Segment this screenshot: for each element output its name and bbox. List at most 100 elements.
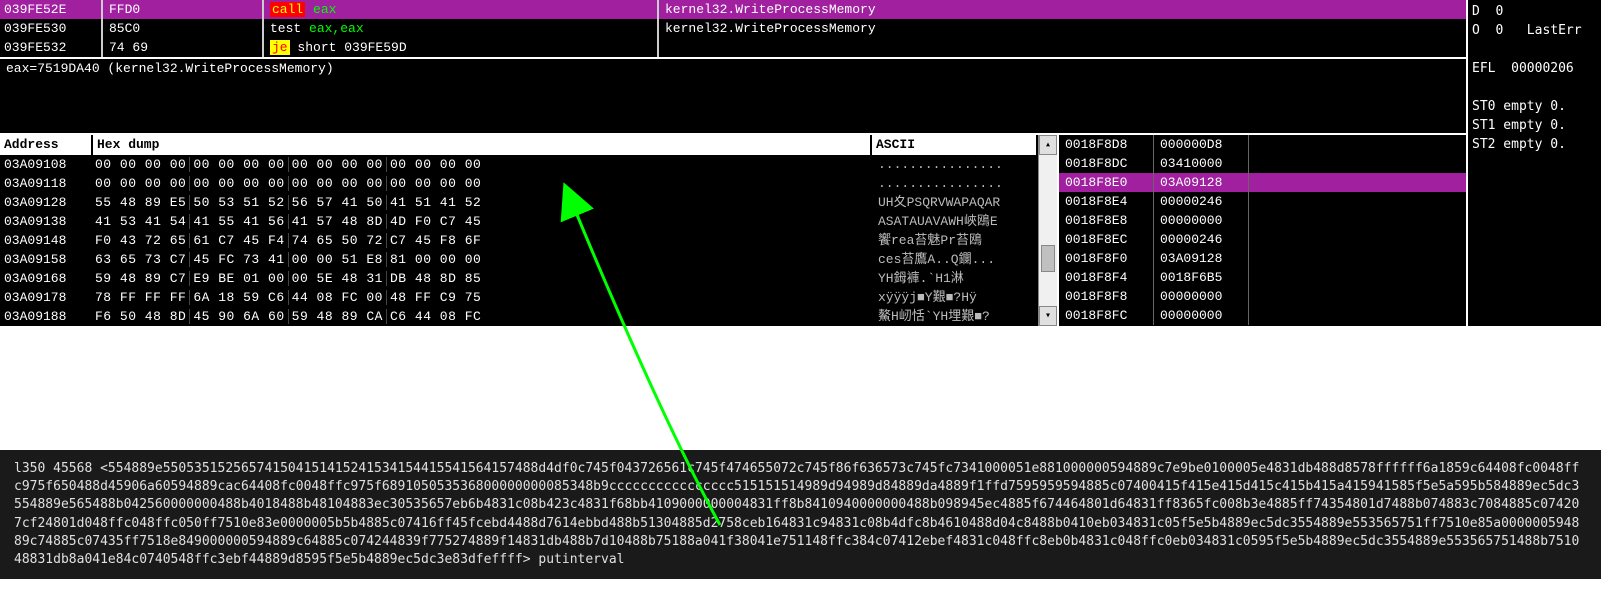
hex-addr: 03A09138 <box>0 212 91 231</box>
stack-addr: 0018F8D8 <box>1059 135 1154 154</box>
hex-headers: Address Hex dump ASCII <box>0 135 1038 155</box>
bottom-panels: Address Hex dump ASCII 03A0910800 00 00 … <box>0 133 1466 326</box>
hex-bytes: F0 43 72 6561 C7 45 F474 65 50 72C7 45 F… <box>91 231 874 250</box>
disasm-comment: kernel32.WriteProcessMemory <box>659 19 1466 38</box>
mnemonic: je <box>270 40 290 55</box>
scroll-down-icon[interactable]: ▾ <box>1039 306 1057 326</box>
register-line <box>1472 40 1597 59</box>
scroll-thumb[interactable] <box>1041 245 1055 272</box>
hex-ascii: ASATAUAVAWH峽鴎E <box>874 212 1038 231</box>
hex-bytes: 59 48 89 C7E9 BE 01 0000 5E 48 31DB 48 8… <box>91 269 874 288</box>
register-line: O 0 LastErr <box>1472 21 1597 40</box>
hex-addr: 03A09158 <box>0 250 91 269</box>
stack-rest <box>1249 154 1466 173</box>
stack-value: 00000246 <box>1154 230 1249 249</box>
hex-row[interactable]: 03A0911800 00 00 0000 00 00 0000 00 00 0… <box>0 174 1038 193</box>
stack-value: 03A09128 <box>1154 173 1249 192</box>
cmd-suffix: > putinterval <box>523 552 625 567</box>
cmd-hex: 554889e550535152565741504151415241534154… <box>14 461 1579 567</box>
stack-value: 03410000 <box>1154 154 1249 173</box>
hex-ascii: 饗rea苔魅Pr苔鴎 <box>874 231 1038 250</box>
stack-rest <box>1249 306 1466 325</box>
hex-ascii: xÿÿÿj■Y艱■?Hÿ <box>874 288 1038 307</box>
stack-rows: 0018F8D8000000D80018F8DC034100000018F8E0… <box>1059 135 1466 325</box>
stack-addr: 0018F8F4 <box>1059 268 1154 287</box>
disasm-comment <box>659 38 1466 57</box>
stack-rest <box>1249 192 1466 211</box>
stack-value: 00000246 <box>1154 192 1249 211</box>
stack-row[interactable]: 0018F8FC00000000 <box>1059 306 1466 325</box>
registers-panel: D 0O 0 LastErr EFL 00000206 ST0 empty 0. ST… <box>1468 0 1601 326</box>
command-block: l350 45568 <554889e550535152565741504151… <box>0 450 1601 579</box>
stack-rest <box>1249 230 1466 249</box>
disassembly-panel[interactable]: 039FE52E FFD0 call eax kernel32.WritePro… <box>0 0 1466 57</box>
stack-row[interactable]: 0018F8E003A09128 <box>1059 173 1466 192</box>
stack-value: 03A09128 <box>1154 249 1249 268</box>
whitespace <box>0 330 1601 390</box>
hex-dump-panel[interactable]: Address Hex dump ASCII 03A0910800 00 00 … <box>0 135 1038 326</box>
hex-bytes: 41 53 41 5441 55 41 5641 57 48 8D4D F0 C… <box>91 212 874 231</box>
stack-addr: 0018F8EC <box>1059 230 1154 249</box>
disasm-row[interactable]: 039FE532 74 69 je short 039FE59D <box>0 38 1466 57</box>
stack-value: 00000000 <box>1154 306 1249 325</box>
stack-row[interactable]: 0018F8F800000000 <box>1059 287 1466 306</box>
disasm-instr: je short 039FE59D <box>264 38 659 57</box>
stack-value: 00000000 <box>1154 211 1249 230</box>
stack-addr: 0018F8F8 <box>1059 287 1154 306</box>
stack-row[interactable]: 0018F8F003A09128 <box>1059 249 1466 268</box>
hex-row[interactable]: 03A09148F0 43 72 6561 C7 45 F474 65 50 7… <box>0 231 1038 250</box>
scroll-track[interactable] <box>1039 155 1057 306</box>
hex-row[interactable]: 03A0910800 00 00 0000 00 00 0000 00 00 0… <box>0 155 1038 174</box>
hex-row[interactable]: 03A0917878 FF FF FF6A 18 59 C644 08 FC 0… <box>0 288 1038 307</box>
stack-addr: 0018F8E8 <box>1059 211 1154 230</box>
hex-ascii: UH夊PSQRVWAPAQAR <box>874 193 1038 212</box>
stack-rest <box>1249 249 1466 268</box>
register-line: ST0 empty 0. <box>1472 97 1597 116</box>
register-line: EFL 00000206 <box>1472 59 1597 78</box>
hex-row[interactable]: 03A0913841 53 41 5441 55 41 5641 57 48 8… <box>0 212 1038 231</box>
stack-row[interactable]: 0018F8F40018F6B5 <box>1059 268 1466 287</box>
hex-ascii: YH鉧褲.`H1淋 <box>874 269 1038 288</box>
disasm-addr: 039FE52E <box>0 0 103 19</box>
disasm-addr: 039FE530 <box>0 19 103 38</box>
hex-addr: 03A09108 <box>0 155 91 174</box>
stack-rest <box>1249 173 1466 192</box>
hex-bytes: 63 65 73 C745 FC 73 4100 00 51 E881 00 0… <box>91 250 874 269</box>
stack-addr: 0018F8F0 <box>1059 249 1154 268</box>
register-line <box>1472 78 1597 97</box>
hex-addr: 03A09118 <box>0 174 91 193</box>
stack-row[interactable]: 0018F8E400000246 <box>1059 192 1466 211</box>
stack-row[interactable]: 0018F8D8000000D8 <box>1059 135 1466 154</box>
scroll-up-icon[interactable]: ▴ <box>1039 135 1057 155</box>
stack-rest <box>1249 287 1466 306</box>
stack-row[interactable]: 0018F8EC00000246 <box>1059 230 1466 249</box>
disasm-addr: 039FE532 <box>0 38 103 57</box>
hex-row[interactable]: 03A0912855 48 89 E550 53 51 5256 57 41 5… <box>0 193 1038 212</box>
disasm-instr: test eax,eax <box>264 19 659 38</box>
stack-value: 000000D8 <box>1154 135 1249 154</box>
mnemonic: call <box>270 2 305 17</box>
hex-row[interactable]: 03A0915863 65 73 C745 FC 73 4100 00 51 E… <box>0 250 1038 269</box>
hex-row[interactable]: 03A09188F6 50 48 8D45 90 6A 6059 48 89 C… <box>0 307 1038 326</box>
register-line: ST2 empty 0. <box>1472 135 1597 154</box>
disasm-row[interactable]: 039FE52E FFD0 call eax kernel32.WritePro… <box>0 0 1466 19</box>
operand: eax <box>313 2 336 17</box>
stack-row[interactable]: 0018F8E800000000 <box>1059 211 1466 230</box>
hex-addr: 03A09128 <box>0 193 91 212</box>
hex-addr: 03A09168 <box>0 269 91 288</box>
stack-addr: 0018F8DC <box>1059 154 1154 173</box>
stack-rest <box>1249 211 1466 230</box>
hex-bytes: 55 48 89 E550 53 51 5256 57 41 5041 51 4… <box>91 193 874 212</box>
stack-addr: 0018F8E4 <box>1059 192 1154 211</box>
stack-row[interactable]: 0018F8DC03410000 <box>1059 154 1466 173</box>
hex-ascii: ................ <box>874 155 1038 174</box>
register-line: D 0 <box>1472 2 1597 21</box>
stack-addr: 0018F8FC <box>1059 306 1154 325</box>
hex-rows: 03A0910800 00 00 0000 00 00 0000 00 00 0… <box>0 155 1038 326</box>
operand: eax,eax <box>309 21 364 36</box>
stack-panel[interactable]: 0018F8D8000000D80018F8DC034100000018F8E0… <box>1057 135 1466 326</box>
hex-row[interactable]: 03A0916859 48 89 C7E9 BE 01 0000 5E 48 3… <box>0 269 1038 288</box>
disasm-row[interactable]: 039FE530 85C0 test eax,eax kernel32.Writ… <box>0 19 1466 38</box>
info-bar: eax=7519DA40 (kernel32.WriteProcessMemor… <box>0 57 1466 133</box>
hex-scrollbar[interactable]: ▴ ▾ <box>1038 135 1057 326</box>
